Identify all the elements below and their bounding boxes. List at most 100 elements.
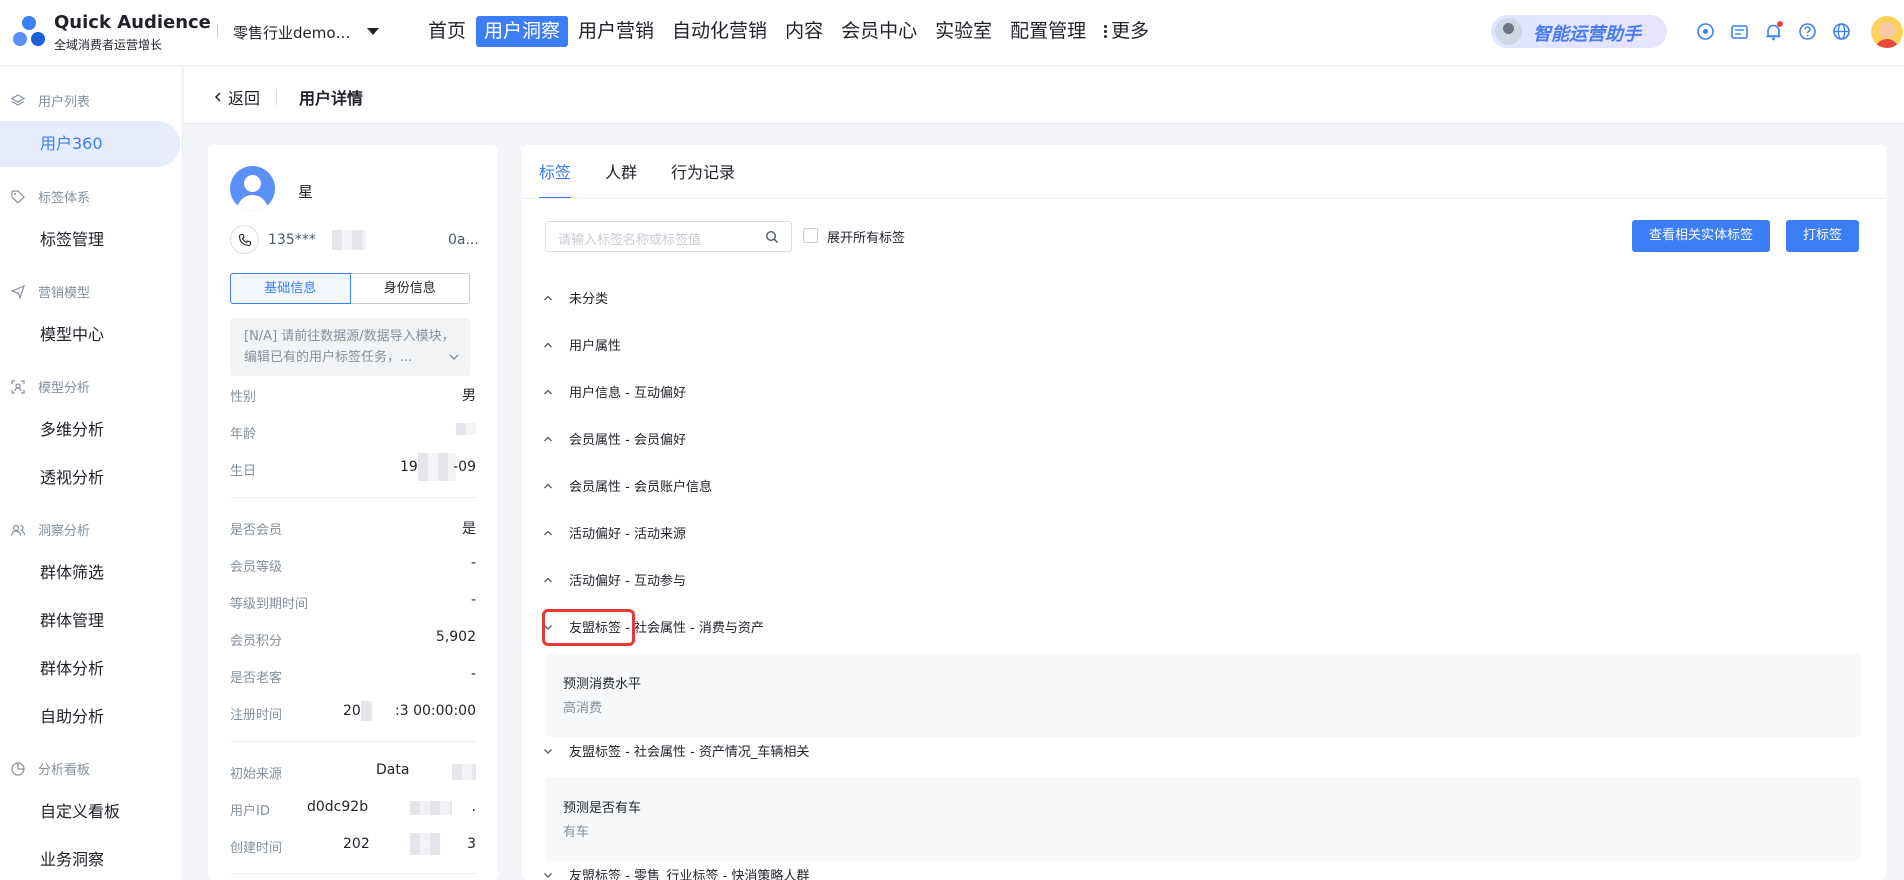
sidebar-group-model-analysis: 模型分析: [10, 377, 90, 396]
sidebar-item-custom-dashboard[interactable]: 自定义看板: [0, 789, 180, 835]
tab-tags[interactable]: 标签: [539, 145, 572, 199]
nav-more[interactable]: 更多: [1096, 16, 1157, 47]
sidebar: 用户列表 用户360 标签体系 标签管理 营销模型 模型中心 模型分析 多维分析…: [0, 67, 183, 880]
field-value-created-tail: 3: [467, 836, 476, 852]
ai-chat-icon[interactable]: [1695, 21, 1716, 42]
sidebar-item-business-insight[interactable]: 业务洞察: [0, 837, 180, 880]
tag-category-label: 友盟标签 - 零售_行业标签 - 快消策略人群: [569, 869, 810, 880]
tab-identity-info[interactable]: 身份信息: [350, 273, 470, 304]
chevron-left-icon: [214, 92, 221, 102]
field-value-points: 5,902: [435, 629, 476, 645]
nav-user-insight[interactable]: 用户洞察: [476, 16, 569, 47]
chevron-up-icon: [544, 295, 552, 300]
nav-lab[interactable]: 实验室: [927, 16, 1000, 47]
sidebar-group-label: 用户列表: [38, 95, 91, 110]
users-icon: [10, 524, 26, 536]
tag-category[interactable]: 会员属性 - 会员偏好: [542, 429, 686, 448]
phone-icon: [238, 233, 251, 246]
caret-down-icon[interactable]: [367, 28, 379, 35]
chevron-up-icon: [544, 436, 552, 441]
tag-category[interactable]: 活动偏好 - 活动来源: [542, 523, 686, 542]
field-value-is-member: 是: [462, 521, 476, 537]
nav-user-marketing[interactable]: 用户营销: [570, 16, 662, 47]
smart-assistant-button[interactable]: 智能运营助手: [1491, 15, 1667, 48]
tenant-selector-label[interactable]: 零售行业demo…: [233, 22, 351, 43]
sidebar-group-insight-analysis: 洞察分析: [10, 520, 90, 539]
field-label-age: 年龄: [230, 427, 257, 442]
tag-category[interactable]: 未分类: [542, 288, 608, 307]
masked-region: [452, 764, 476, 780]
sidebar-item-multi-dim-analysis[interactable]: 多维分析: [0, 407, 180, 453]
nav-content[interactable]: 内容: [777, 16, 831, 47]
profile-phone-tail: 0a...: [448, 232, 479, 248]
tag-category-label: 活动偏好 - 活动来源: [569, 527, 686, 542]
nav-member-center[interactable]: 会员中心: [833, 16, 925, 47]
nav-home[interactable]: 首页: [420, 16, 474, 47]
tag-name: 预测是否有车: [563, 801, 642, 816]
chevron-up-icon: [544, 342, 552, 347]
tab-crowds[interactable]: 人群: [605, 145, 637, 197]
masked-region: [418, 453, 456, 481]
search-icon[interactable]: [765, 230, 779, 244]
sidebar-item-self-service-analysis[interactable]: 自助分析: [0, 694, 180, 740]
profile-tabs: 基础信息 身份信息: [230, 273, 470, 304]
page-title: 用户详情: [299, 89, 364, 108]
nav-more-label: 更多: [1111, 20, 1150, 42]
field-value-birthday-day: -09: [453, 459, 476, 475]
field-label-user-id: 用户ID: [230, 804, 270, 819]
sidebar-group-marketing-model: 营销模型: [10, 282, 90, 301]
sidebar-item-pivot-analysis[interactable]: 透视分析: [0, 455, 180, 501]
add-tag-button[interactable]: 打标签: [1786, 220, 1860, 252]
phone-icon-button[interactable]: [230, 225, 259, 254]
chevron-up-icon: [544, 483, 552, 488]
help-icon[interactable]: [1797, 21, 1818, 42]
field-value-created-year: 202: [343, 836, 370, 852]
sidebar-item-tag-management[interactable]: 标签管理: [0, 217, 180, 263]
tag-category[interactable]: 活动偏好 - 互动参与: [542, 570, 686, 589]
globe-icon[interactable]: [1831, 21, 1852, 42]
assistant-label: 智能运营助手: [1533, 24, 1641, 45]
more-vertical-icon: [1104, 23, 1108, 40]
user-avatar[interactable]: [1871, 16, 1903, 48]
tag-category-label: 会员属性 - 会员账户信息: [569, 480, 712, 495]
profile-name: 星: [298, 183, 314, 201]
tag-search-input[interactable]: 请输入标签名称或标签值: [545, 221, 792, 252]
expand-all-checkbox[interactable]: [803, 228, 818, 243]
ticket-icon[interactable]: [1729, 21, 1750, 42]
tag-category-label: 会员属性 - 会员偏好: [569, 433, 686, 448]
sidebar-item-group-management[interactable]: 群体管理: [0, 598, 180, 644]
tag-category-expanded[interactable]: 友盟标签 - 零售_行业标签 - 快消策略人群: [542, 865, 809, 880]
field-value-level-expire: -: [470, 592, 476, 608]
sidebar-item-user360[interactable]: 用户360: [0, 121, 180, 167]
sidebar-item-group-filter[interactable]: 群体筛选: [0, 550, 180, 596]
nav-automation-marketing[interactable]: 自动化营销: [664, 16, 775, 47]
top-icon-group: [1695, 21, 1852, 42]
send-icon: [10, 284, 25, 300]
bell-icon[interactable]: [1763, 21, 1784, 42]
chevron-down-icon[interactable]: [448, 351, 460, 363]
tag-category[interactable]: 会员属性 - 会员账户信息: [542, 476, 712, 495]
tab-behavior-records[interactable]: 行为记录: [671, 145, 735, 197]
tag-category-label: 用户信息 - 互动偏好: [569, 386, 686, 401]
brand-name: Quick Audience: [54, 12, 211, 33]
nav-config[interactable]: 配置管理: [1002, 16, 1094, 47]
tag-category-label: 用户属性: [569, 339, 622, 354]
brand-subtitle: 全域消费者运营增长: [54, 38, 163, 52]
back-button[interactable]: 返回: [212, 85, 260, 109]
sidebar-item-model-center[interactable]: 模型中心: [0, 312, 180, 358]
tag-category[interactable]: 用户信息 - 互动偏好: [542, 382, 686, 401]
expand-all-label[interactable]: 展开所有标签: [827, 227, 905, 246]
section-divider: [230, 497, 476, 498]
field-value-gender: 男: [462, 388, 476, 404]
field-value-birthday-year: 19: [400, 459, 418, 475]
view-entity-tags-button[interactable]: 查看相关实体标签: [1632, 220, 1771, 252]
tab-basic-info[interactable]: 基础信息: [230, 273, 351, 304]
sidebar-group-label: 洞察分析: [38, 524, 91, 539]
tag-panel: 标签 人群 行为记录 请输入标签名称或标签值 展开所有标签 查看相关实体标签 打…: [522, 145, 1886, 880]
masked-region: [410, 833, 440, 855]
sidebar-item-group-analysis[interactable]: 群体分析: [0, 646, 180, 692]
tag-category-expanded[interactable]: 友盟标签 - 社会属性 - 资产情况_车辆相关: [542, 741, 809, 760]
tabs-divider: [522, 198, 1886, 199]
tag-category[interactable]: 用户属性: [542, 335, 621, 354]
tag-value: 有车: [563, 825, 590, 840]
